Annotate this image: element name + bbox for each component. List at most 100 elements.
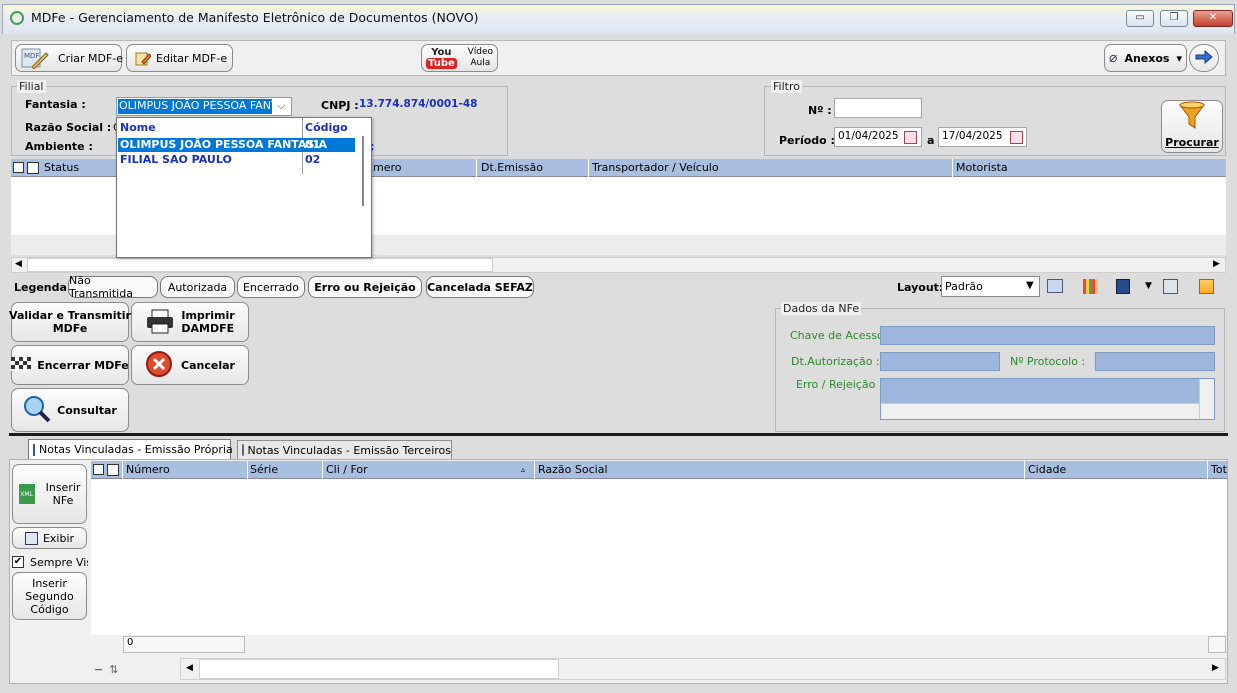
scroll-thumb[interactable]: [199, 659, 559, 679]
col-numero[interactable]: mero: [373, 161, 402, 174]
video-aula-button[interactable]: You Tube Vídeo Aula: [421, 44, 498, 72]
calendar-icon[interactable]: [904, 131, 917, 144]
erro-vscroll[interactable]: [1199, 379, 1214, 419]
notas-grid-hscroll[interactable]: ◀ ▶: [180, 658, 1226, 680]
tab-notas-terceiros[interactable]: Notas Vinculadas - Emissão Terceiros: [237, 440, 452, 459]
col-serie[interactable]: Série: [250, 463, 278, 476]
grid-menu-icon[interactable]: [93, 464, 104, 475]
periodo-label: Período :: [779, 134, 835, 147]
col-total[interactable]: Tot: [1211, 463, 1227, 476]
dt-autorizacao-field[interactable]: [880, 352, 1000, 371]
chave-acesso-label: Chave de Acesso: [790, 329, 884, 342]
protocolo-label: Nº Protocolo :: [1010, 355, 1086, 368]
notas-grid-body[interactable]: [91, 479, 1227, 635]
columns-icon[interactable]: [1083, 279, 1098, 294]
col-cidade[interactable]: Cidade: [1028, 463, 1066, 476]
tab-notas-propria[interactable]: Notas Vinculadas - Emissão Própria: [28, 439, 233, 459]
maximize-button[interactable]: ❐: [1160, 10, 1188, 27]
close-button[interactable]: ✕: [1193, 10, 1233, 27]
consultar-button[interactable]: Consultar: [11, 388, 129, 432]
criar-mdfe-label: Criar MDF-e: [58, 51, 124, 65]
legend-autorizada[interactable]: Autorizada: [160, 276, 235, 298]
protocolo-field[interactable]: [1095, 352, 1215, 371]
scroll-left-icon[interactable]: ◀: [186, 663, 193, 673]
col-numero[interactable]: Número: [126, 463, 170, 476]
fantasia-label: Fantasia :: [25, 98, 86, 111]
chevron-down-icon[interactable]: ▼: [1026, 280, 1034, 291]
validar-transmitir-button[interactable]: Validar e Transmitir MDFe: [9, 302, 131, 342]
validar-label-1: Validar e Transmitir: [9, 309, 131, 322]
fantasia-combobox[interactable]: OLIMPUS JOÃO PESSOA FANT ⌵: [116, 97, 292, 116]
dropdown-scroll-thumb[interactable]: [362, 136, 364, 206]
minus-icon[interactable]: −: [94, 663, 103, 676]
ambiente-label: Ambiente :: [25, 140, 93, 153]
legend-cancelada-sefaz[interactable]: Cancelada SEFAZ: [426, 276, 534, 298]
imprimir-damdfe-button[interactable]: Imprimir DAMDFE: [131, 302, 249, 342]
col-motorista[interactable]: Motorista: [956, 161, 1008, 174]
grid-menu-icon[interactable]: [13, 162, 24, 173]
erro-rejeicao-label: Erro / Rejeição :: [796, 378, 883, 391]
legend-erro-rejeicao[interactable]: Erro ou Rejeição: [308, 276, 422, 298]
encerrar-mdfe-button[interactable]: Encerrar MDFe: [11, 345, 129, 385]
inserir-nfe-button[interactable]: XML Inserir NFe: [12, 464, 87, 524]
editar-mdfe-button[interactable]: Editar MDF-e: [126, 44, 233, 72]
app-icon: [10, 11, 24, 25]
legend-encerrado[interactable]: Encerrado: [237, 276, 305, 298]
print-icon[interactable]: [1163, 279, 1178, 294]
chevron-down-icon[interactable]: ⌵: [277, 99, 285, 113]
splitter[interactable]: [9, 433, 1228, 436]
sempre-visivel-checkbox[interactable]: ✔: [12, 556, 24, 568]
erro-hscroll[interactable]: [881, 403, 1199, 419]
fantasia-dropdown-list[interactable]: Nome Código OLIMPUS JOÃO PESSOA FANTASIA…: [116, 117, 372, 258]
save-dropdown-arrow[interactable]: ▼: [1145, 281, 1152, 291]
procurar-button[interactable]: Procurar: [1161, 100, 1223, 153]
col-razao-social[interactable]: Razão Social: [538, 463, 608, 476]
scroll-right-icon[interactable]: ▶: [1212, 663, 1219, 673]
sempre-visivel-checkbox-row[interactable]: ✔ Sempre Vis: [12, 554, 90, 570]
erro-rejeicao-field[interactable]: [880, 378, 1215, 420]
exibir-button[interactable]: Exibir: [12, 527, 87, 549]
export-icon[interactable]: [1199, 279, 1214, 294]
dropdown-row-codigo: 01: [305, 138, 321, 151]
next-arrow-button[interactable]: [1189, 44, 1219, 72]
numero-input[interactable]: [834, 98, 922, 118]
mdfe-grid-hscroll[interactable]: ◀ ▶: [11, 257, 1226, 273]
col-transportador[interactable]: Transportador / Veículo: [592, 161, 719, 174]
xml-file-icon: XML: [18, 484, 35, 504]
inserir-label-1: Inserir: [45, 481, 81, 494]
col-cli-for[interactable]: Cli / For: [326, 463, 368, 476]
select-all-checkbox[interactable]: [107, 464, 119, 476]
validar-label-2: MDFe: [52, 322, 88, 335]
select-all-checkbox[interactable]: [27, 162, 39, 174]
criar-mdfe-button[interactable]: MDF Criar MDF-e: [15, 44, 124, 72]
layout-select[interactable]: Padrão ▼: [941, 276, 1040, 297]
grid-settings-icon[interactable]: [1047, 279, 1063, 293]
cancel-x-icon: [145, 350, 173, 381]
col-status[interactable]: Status: [44, 161, 79, 174]
sort-icon[interactable]: ⇅: [109, 663, 118, 676]
legend-nao-transmitida[interactable]: Não Transmitida: [68, 274, 158, 300]
dropdown-row[interactable]: FILIAL SAO PAULO 02: [118, 153, 355, 167]
application-window: MDFe - Gerenciamento de Manifesto Eletrô…: [0, 0, 1237, 693]
cnpj-value: 13.774.874/0001-48: [359, 98, 478, 110]
dropdown-vscroll[interactable]: [355, 118, 371, 257]
edit-pencil-icon: [135, 50, 152, 66]
minimize-button[interactable]: ▭: [1126, 10, 1154, 27]
dropdown-row-codigo: 02: [305, 153, 321, 166]
youtube-icon: You Tube: [426, 47, 457, 69]
svg-text:MDF: MDF: [24, 52, 39, 60]
dropdown-row-selected[interactable]: OLIMPUS JOÃO PESSOA FANTASIA 01: [118, 138, 355, 152]
scroll-thumb[interactable]: [27, 258, 493, 272]
save-icon[interactable]: [1116, 279, 1130, 294]
anexos-button[interactable]: ⌀ Anexos ▾: [1104, 44, 1187, 72]
calendar-icon[interactable]: [1010, 131, 1023, 144]
scroll-right-icon[interactable]: ▶: [1213, 259, 1220, 269]
anexos-dropdown-arrow[interactable]: ▾: [1176, 52, 1182, 65]
truck-icon: [242, 444, 244, 456]
col-dt-emissao[interactable]: Dt.Emissão: [481, 161, 543, 174]
chave-acesso-field[interactable]: [880, 326, 1215, 345]
scroll-left-icon[interactable]: ◀: [15, 259, 22, 269]
razao-social-label: Razão Social :: [25, 121, 112, 134]
cancelar-button[interactable]: Cancelar: [131, 345, 249, 385]
inserir-segundo-codigo-button[interactable]: Inserir Segundo Código: [12, 572, 87, 620]
